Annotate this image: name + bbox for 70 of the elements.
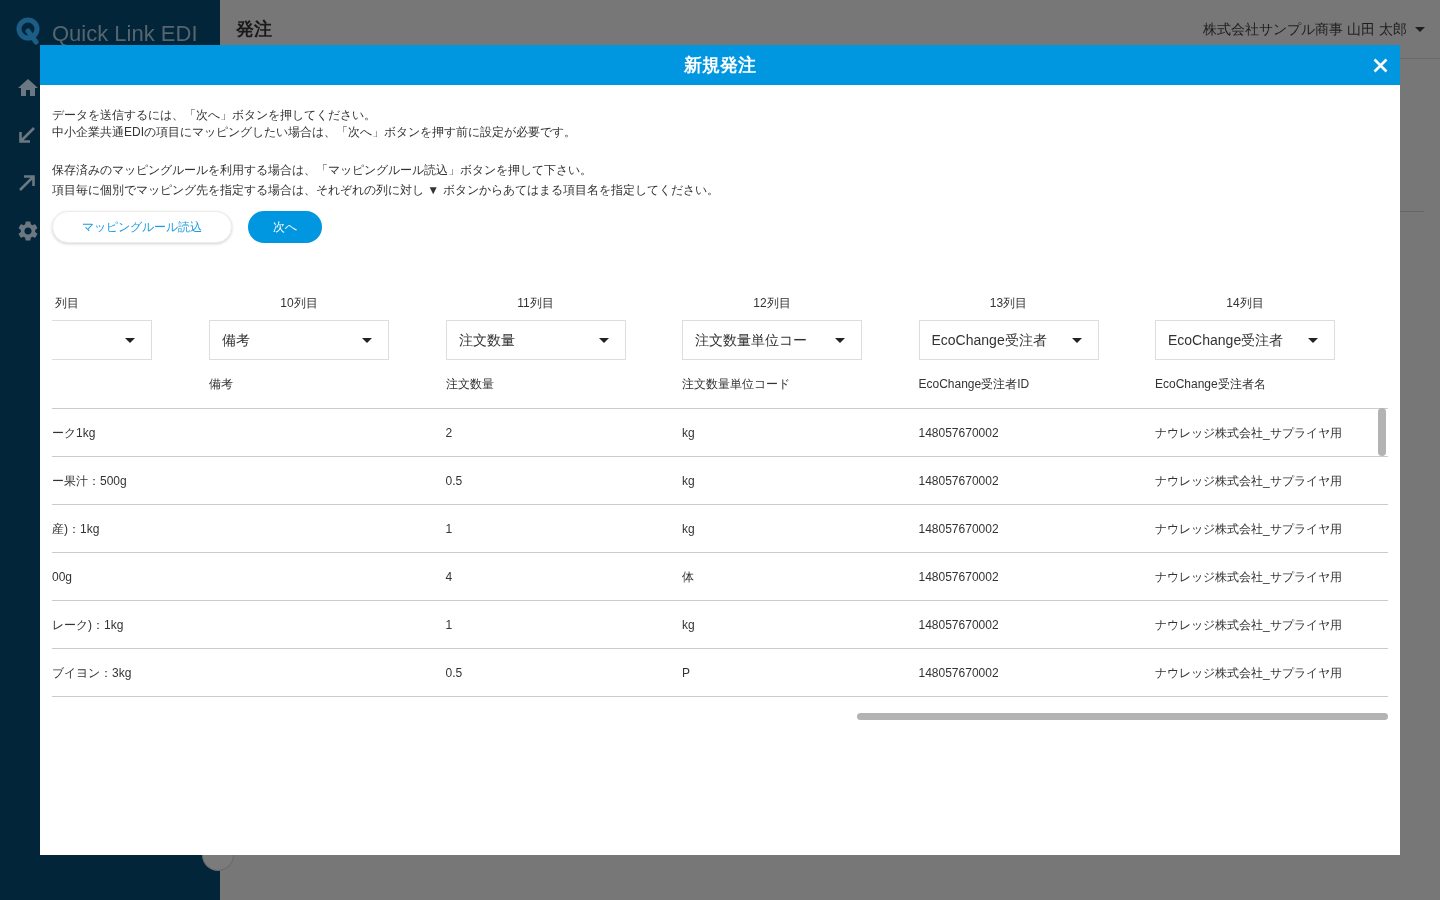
mapping-select[interactable]: 注文数量単位コー (682, 320, 862, 360)
settings-icon[interactable] (18, 221, 38, 241)
page-title: 発注 (236, 17, 272, 41)
table-cell-text: P (682, 664, 690, 682)
vertical-scrollbar[interactable] (1378, 408, 1386, 456)
table-cell-text: ナウレッジ株式会社_サプライヤ用 (1155, 616, 1342, 634)
mapping-select[interactable]: 備考 (209, 320, 389, 360)
caret-icon (835, 337, 845, 343)
mapping-select[interactable]: EcoChange受注者 (918, 320, 1099, 360)
field-name: 注文数量単位コード (682, 377, 790, 391)
table-cell-text: 体 (682, 568, 694, 586)
caret-icon (1308, 337, 1318, 343)
table-cell-text: ー果汁：500g (52, 472, 127, 490)
table-cell-text: 148057670002 (918, 472, 999, 490)
caret-icon (362, 337, 372, 343)
field-name: EcoChange受注者名 (1155, 377, 1266, 391)
table-cell-text: ブイヨン：3kg (52, 664, 132, 682)
column-label: 12列目 (753, 296, 791, 310)
home-icon[interactable] (18, 78, 38, 96)
caret-icon (125, 337, 135, 343)
close-icon (1372, 57, 1388, 73)
instruction-text: データを送信するには、「次へ」ボタンを押してください。 (52, 107, 377, 124)
arrow-down-left-icon[interactable] (18, 126, 36, 144)
arrow-up-right-icon[interactable] (18, 174, 36, 192)
dialog-title: 新規発注 (684, 53, 756, 77)
instruction-text: 保存済みのマッピングルールを利用する場合は、「マッピングルール読込」ボタンを押して下さい。 (52, 162, 593, 179)
field-name: 注文数量 (445, 377, 494, 391)
mapping-select[interactable]: 注文数量 (445, 320, 626, 360)
collapse-button[interactable] (202, 855, 234, 871)
table-cell-text: ーク1kg (52, 424, 96, 442)
table-cell-text: ナウレッジ株式会社_サプライヤ用 (1155, 568, 1342, 586)
table-cell-text: kg (682, 616, 695, 634)
table-cell-text: 2 (445, 424, 453, 442)
table-cell-text: 148057670002 (918, 616, 999, 634)
table-cell-text: 0.5 (445, 664, 463, 682)
table-cell-text: 1 (445, 520, 453, 538)
user-menu[interactable]: 株式会社サンプル商事 山田 太郎 (1203, 18, 1425, 40)
table-cell-text: 産)：1kg (52, 520, 100, 538)
column-label: 列目 (55, 296, 79, 310)
caret-icon (598, 337, 609, 343)
instruction-text: 中小企業共通EDIの項目にマッピングしたい場合は、「次へ」ボタンを押す前に設定が必要です。 (52, 124, 577, 141)
horizontal-scrollbar[interactable] (857, 713, 1388, 720)
table-cell-text: kg (682, 424, 695, 442)
table-cell-text: 1 (445, 616, 453, 634)
table-cell-text: ナウレッジ株式会社_サプライヤ用 (1155, 424, 1342, 442)
column-label: 13列目 (989, 296, 1028, 310)
table-cell-text: レーク)：1kg (52, 616, 124, 634)
mapping-select[interactable]: EcoChange受注者 (1155, 320, 1335, 360)
table-cell-text: ナウレッジ株式会社_サプライヤ用 (1155, 520, 1342, 538)
table-cell-text: ナウレッジ株式会社_サプライヤ用 (1155, 664, 1342, 682)
table-cell-text: kg (682, 472, 695, 490)
table-cell-text: 00g (52, 568, 73, 586)
table-cell-text: kg (682, 520, 695, 538)
instruction-text: 項目毎に個別でマッピング先を指定する場合は、それぞれの列に対し ▼ ボタンからあてはまる項目名を指定してください。 (52, 182, 720, 199)
caret-icon (1071, 337, 1082, 343)
table-cell-text: 148057670002 (918, 568, 999, 586)
column-label: 11列目 (517, 296, 554, 310)
caret-icon (1415, 26, 1425, 32)
table-cell-text: 4 (445, 568, 453, 586)
field-name: 備考 (209, 377, 233, 391)
table-cell-text: 0.5 (445, 472, 463, 490)
column-label: 10列目 (280, 296, 318, 310)
table-cell-text: 148057670002 (918, 424, 999, 442)
logo-icon (16, 17, 40, 45)
table-cell-text: 148057670002 (918, 520, 999, 538)
field-name: EcoChange受注者ID (918, 377, 1030, 391)
logo-text: Quick Link EDI (52, 21, 198, 47)
table-cell-text: ナウレッジ株式会社_サプライヤ用 (1155, 472, 1342, 490)
table-cell-text: 148057670002 (918, 664, 999, 682)
column-label: 14列目 (1226, 296, 1264, 310)
